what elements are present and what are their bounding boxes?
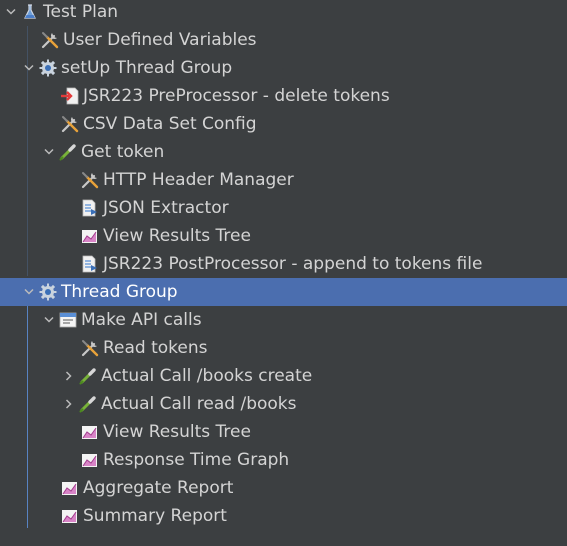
tree-node-label: Actual Call /books create xyxy=(101,366,313,386)
tree-node-label: JSR223 PostProcessor - append to tokens … xyxy=(103,254,483,274)
listener-graph-icon xyxy=(80,226,100,246)
chevron-down-icon[interactable] xyxy=(22,54,36,82)
tree-node[interactable]: JSR223 PreProcessor - delete tokens xyxy=(0,82,567,110)
tree-node-label: Actual Call read /books xyxy=(101,394,297,414)
gear-icon xyxy=(38,58,58,78)
transaction-controller-icon xyxy=(58,310,78,330)
listener-graph-icon xyxy=(60,478,80,498)
tree-node[interactable]: Make API calls xyxy=(0,306,567,334)
tree-node-label: Thread Group xyxy=(61,282,178,302)
gear-icon xyxy=(38,282,58,302)
tree-node[interactable]: HTTP Header Manager xyxy=(0,166,567,194)
tree-node[interactable]: Thread Group xyxy=(0,278,567,306)
tree-node-label: Read tokens xyxy=(103,338,208,358)
test-plan-tree: Test Plan User Defined Variables setUp Thr… xyxy=(0,0,567,546)
preprocessor-icon xyxy=(60,86,80,106)
tree-node-label: JSON Extractor xyxy=(103,198,229,218)
sampler-pipette-icon xyxy=(78,366,98,386)
flask-icon xyxy=(20,2,40,22)
tree-node[interactable]: CSV Data Set Config xyxy=(0,110,567,138)
tree-node-label: View Results Tree xyxy=(103,226,251,246)
tree-node-label: User Defined Variables xyxy=(63,30,257,50)
tree-node-label: View Results Tree xyxy=(103,422,251,442)
listener-graph-icon xyxy=(80,450,100,470)
chevron-down-icon[interactable] xyxy=(42,138,56,166)
postprocessor-icon xyxy=(80,254,100,274)
tree-node[interactable]: View Results Tree xyxy=(0,222,567,250)
tree-node[interactable]: setUp Thread Group xyxy=(0,54,567,82)
wrench-screwdriver-icon xyxy=(60,114,80,134)
tree-node-label: Test Plan xyxy=(43,2,119,22)
chevron-down-icon[interactable] xyxy=(4,0,18,26)
tree-node[interactable]: Summary Report xyxy=(0,502,567,530)
tree-node-label: CSV Data Set Config xyxy=(83,114,257,134)
chevron-down-icon[interactable] xyxy=(22,278,36,306)
tree-node-label: HTTP Header Manager xyxy=(103,170,294,190)
tree-node[interactable]: View Results Tree xyxy=(0,418,567,446)
tree-node[interactable]: Read tokens xyxy=(0,334,567,362)
tree-node[interactable]: Actual Call /books create xyxy=(0,362,567,390)
chevron-down-icon[interactable] xyxy=(42,306,56,334)
listener-graph-icon xyxy=(60,506,80,526)
wrench-screwdriver-icon xyxy=(80,170,100,190)
tree-node[interactable]: Aggregate Report xyxy=(0,474,567,502)
tree-node-label: Response Time Graph xyxy=(103,450,290,470)
sampler-pipette-icon xyxy=(78,394,98,414)
tree-node-label: setUp Thread Group xyxy=(61,58,233,78)
wrench-screwdriver-icon xyxy=(80,338,100,358)
listener-graph-icon xyxy=(80,422,100,442)
tree-node-label: Get token xyxy=(81,142,165,162)
chevron-right-icon[interactable] xyxy=(62,390,76,418)
tree-node[interactable]: Get token xyxy=(0,138,567,166)
tree-node-label: JSR223 PreProcessor - delete tokens xyxy=(83,86,390,106)
wrench-screwdriver-icon xyxy=(40,30,60,50)
chevron-right-icon[interactable] xyxy=(62,362,76,390)
tree-node-label: Aggregate Report xyxy=(83,478,234,498)
tree-node[interactable]: User Defined Variables xyxy=(0,26,567,54)
tree-node[interactable]: Response Time Graph xyxy=(0,446,567,474)
tree-node[interactable]: JSR223 PostProcessor - append to tokens … xyxy=(0,250,567,278)
tree-node[interactable]: Test Plan xyxy=(0,0,567,26)
tree-node[interactable]: Actual Call read /books xyxy=(0,390,567,418)
postprocessor-icon xyxy=(80,198,100,218)
tree-node-label: Make API calls xyxy=(81,310,202,330)
sampler-pipette-icon xyxy=(58,142,78,162)
tree-node[interactable]: JSON Extractor xyxy=(0,194,567,222)
tree-node-label: Summary Report xyxy=(83,506,227,526)
